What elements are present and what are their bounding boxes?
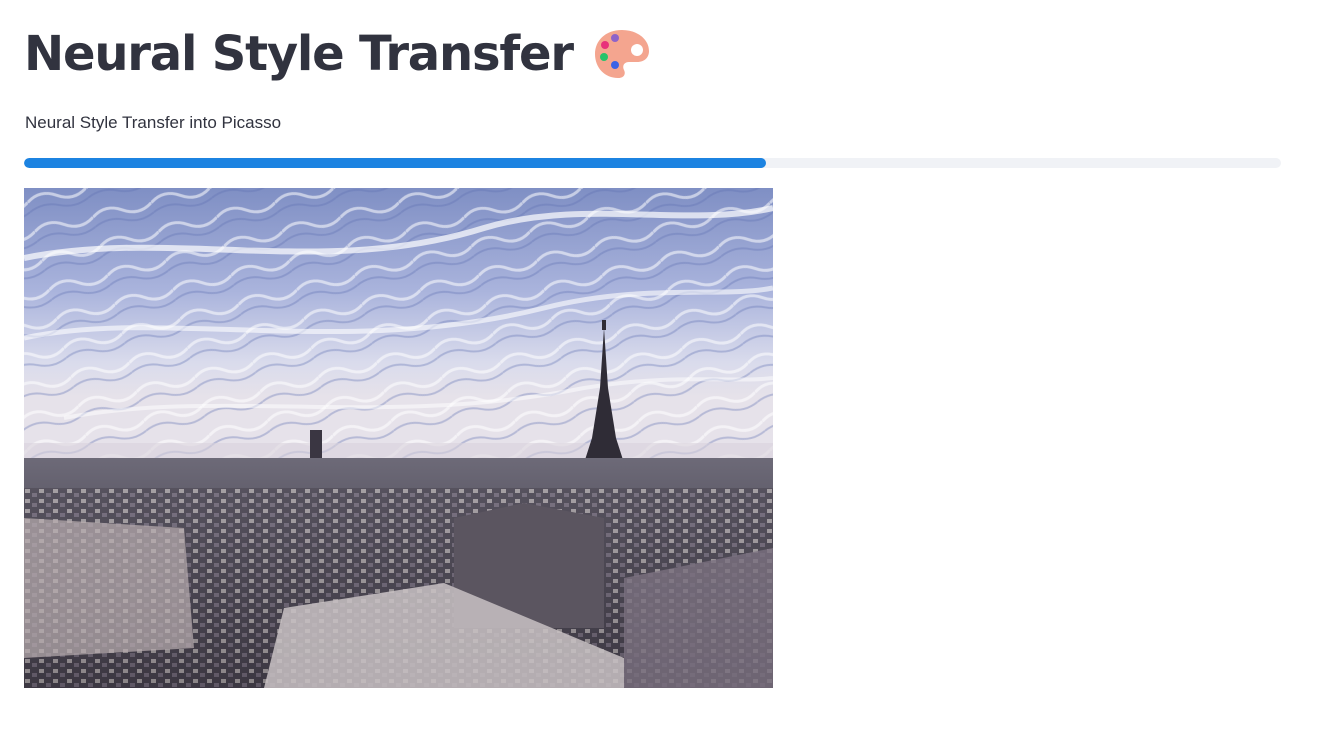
progress-bar-fill	[24, 158, 766, 168]
progress-bar	[24, 158, 1281, 168]
subtitle: Neural Style Transfer into Picasso	[25, 113, 282, 132]
title-row: Neural Style Transfer	[24, 22, 651, 86]
stylized-output-image	[24, 188, 773, 688]
page-title: Neural Style Transfer	[24, 26, 574, 82]
artist-palette-icon	[593, 27, 651, 81]
